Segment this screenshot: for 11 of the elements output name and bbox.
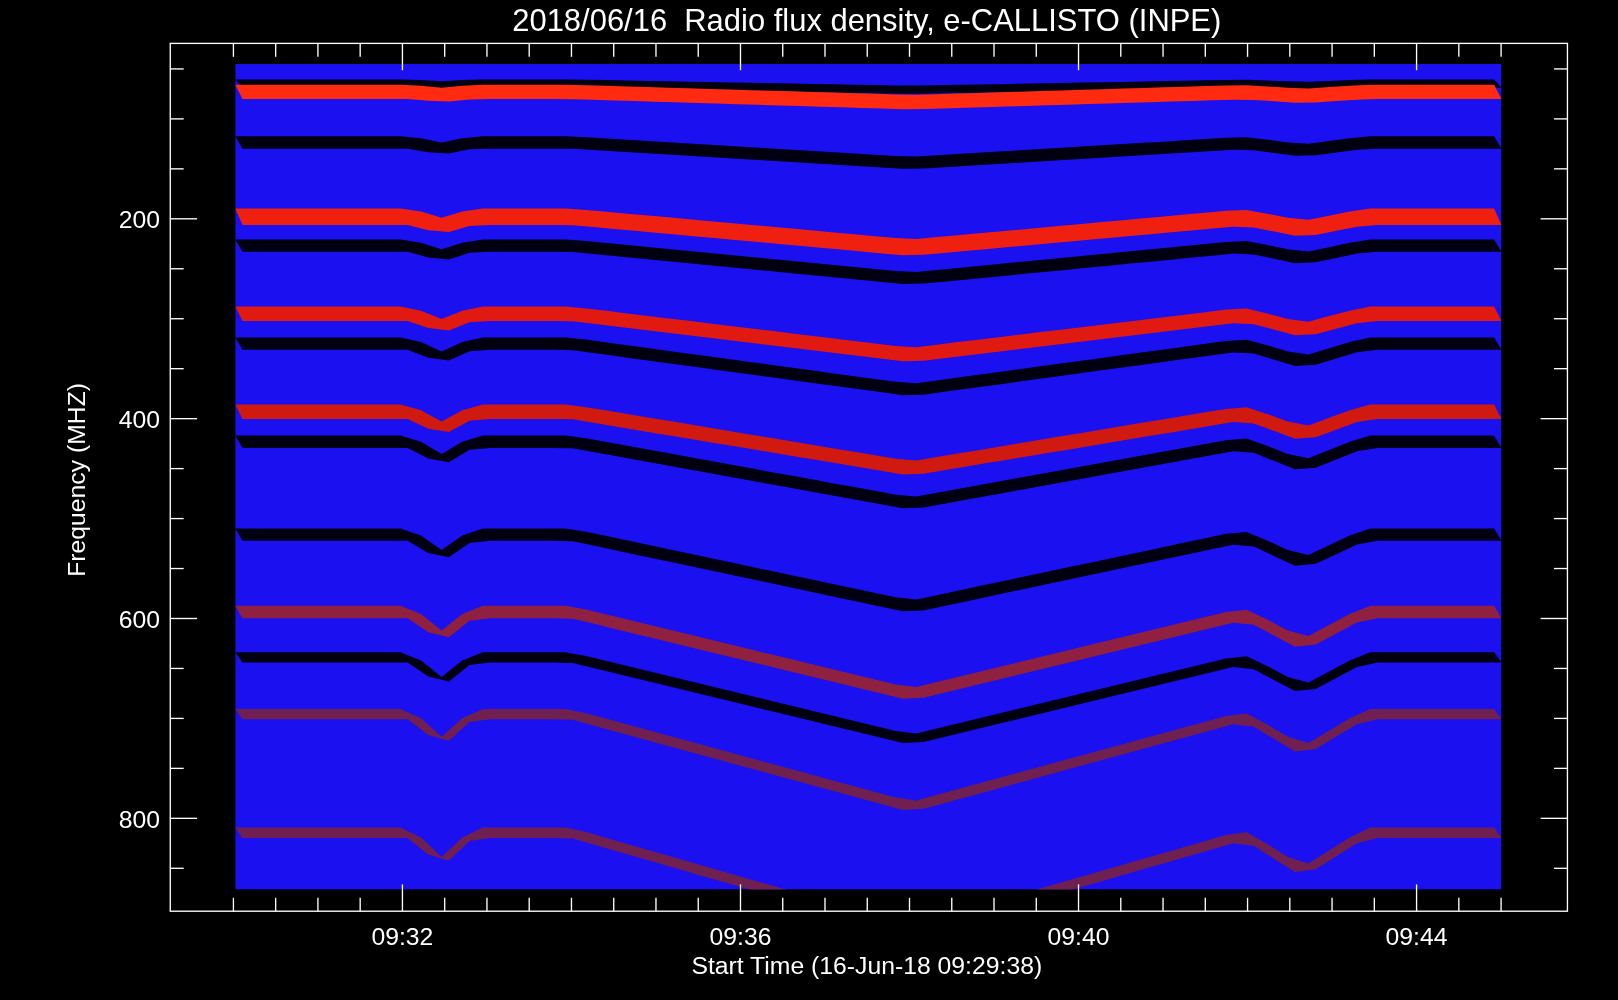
tick-label: 09:36 xyxy=(709,923,772,951)
chart-title: 2018/06/16 Radio flux density, e-CALLISTO (INPE) xyxy=(512,3,1222,38)
tick-label: 200 xyxy=(118,206,160,234)
tick-label: 400 xyxy=(118,405,160,433)
tick-label: 09:44 xyxy=(1385,923,1448,951)
tick-label: 800 xyxy=(118,805,160,833)
tick-label: 600 xyxy=(118,605,160,633)
tick-label: 09:32 xyxy=(371,923,434,951)
tick-label: 09:40 xyxy=(1047,923,1110,951)
axis-label: Start Time (16-Jun-18 09:29:38) xyxy=(691,952,1043,980)
axis-label: Frequency (MHZ) xyxy=(62,382,90,577)
